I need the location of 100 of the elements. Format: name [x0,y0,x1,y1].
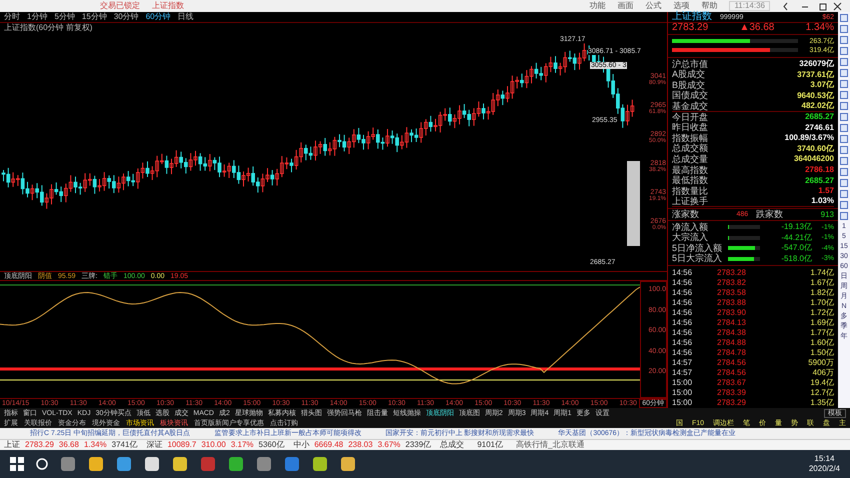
stat-label: 上证换手 [672,196,708,206]
flow-label: 5日大宗流入 [672,254,724,264]
tick-price: 2784.88 [717,339,747,347]
index-price: 2783.29 [672,23,708,34]
app-icon[interactable] [144,456,160,472]
app-icon[interactable] [88,456,104,472]
menu-item[interactable]: 公式 [645,2,662,10]
tick-price: 2784.38 [717,329,747,337]
stat-label: 沪总市值 [672,60,708,69]
tick-time: 14:56 [672,279,694,287]
tick-price: 2784.56 [717,359,747,367]
tick-price: 2783.39 [717,389,747,397]
period-tab[interactable]: 分时 [4,12,20,21]
tick-volume: 1.35亿 [810,399,834,407]
tick-volume: 5900万 [808,359,834,367]
market-change: 238.03 [348,441,373,449]
stat-value: 3.07亿 [810,81,834,90]
stat-label: 指数量比 [672,186,708,196]
stat-value: 3737.61亿 [797,70,834,79]
period-tab[interactable]: 5分钟 [54,12,75,21]
app-icon[interactable] [228,456,244,472]
chart-title: 上证指数(60分钟 前复权) [3,22,94,34]
tick-price: 2783.58 [717,289,747,297]
menu-item[interactable]: 帮助 [701,2,718,10]
tick-volume: 1.74亿 [810,269,834,277]
tick-price: 2783.28 [717,269,747,277]
tick-time: 14:56 [672,339,694,347]
market-name: 上证 [4,441,20,449]
flow-label: 净流入额 [672,222,709,232]
tick-time: 14:56 [672,299,694,307]
stat-value: 2685.27 [805,176,834,185]
tick-time: 14:56 [672,319,694,327]
stat-value: 100.89/3.67% [784,134,834,142]
index-change: ▲36.68 [739,23,774,34]
tick-volume: 1.69亿 [810,319,834,327]
market-amount: 3741亿 [112,441,138,449]
menu-item[interactable]: 选项 [673,2,690,10]
app-icon[interactable] [172,456,188,472]
tick-volume: 1.70亿 [810,299,834,307]
period-tab[interactable]: 30分钟 [114,12,139,21]
tick-price: 2784.78 [717,349,747,357]
tick-volume: 1.67亿 [810,279,834,287]
market-price: 2783.29 [25,441,54,449]
flow-label: 大宗流入 [672,233,709,242]
stat-value: 2685.27 [805,113,834,122]
index-name: 上证指数 [672,12,712,22]
tick-price: 2783.88 [717,299,747,307]
window-tab-label[interactable]: 上证指数 [152,2,184,10]
period-tab[interactable]: 日线 [178,12,194,21]
tick-time: 14:56 [672,289,694,297]
flow-value: -518.0亿 [781,254,812,263]
clock-time: 15:14 [814,455,834,463]
tick-volume: 1.72亿 [810,309,834,317]
tick-time: 14:57 [672,369,694,377]
market-percent: 3.67% [378,441,400,449]
stat-label: 涨家数 [672,210,699,220]
tick-volume: 19.4亿 [810,379,834,387]
tick-price: 2784.56 [717,369,747,377]
stat-label: 昨日收盘 [672,123,708,132]
menu-item[interactable]: 功能 [589,2,606,10]
stat-label: A股成交 [672,70,706,80]
clock-date: 2020/2/4 [808,465,840,473]
market-name: 中小 [293,441,310,449]
market-percent: 1.34% [84,441,107,449]
tick-time: 15:00 [672,399,694,407]
window-controls-icon [782,2,842,10]
tick-price: 2784.13 [717,319,747,327]
flow-value: -547.0亿 [781,244,812,252]
server-name: 高铁行情_北京联通 [516,441,584,449]
search-icon[interactable] [36,458,48,470]
stat-value: 1.03% [811,197,834,206]
tick-volume: 406万 [812,369,834,377]
app-icon[interactable] [116,456,132,472]
tick-volume: 1.82亿 [810,289,834,297]
tick-price: 2783.90 [717,309,747,317]
total-label: 总成交 [440,441,464,449]
market-amount: 2339亿 [405,441,432,449]
menu-item[interactable]: 画面 [617,2,634,10]
index-percent: 1.34% [806,23,834,34]
stat-label: 国债成交 [672,91,708,100]
tick-volume: 1.50亿 [810,349,834,357]
stat-value: 2786.18 [805,166,834,174]
stat-value: 3740.60亿 [797,144,834,153]
window-tab-label[interactable]: 交易已锁定 [100,2,140,10]
tick-time: 14:56 [672,309,694,317]
stat-value: 1.57 [818,187,834,196]
stat-label: 今日开盘 [672,112,708,122]
tick-time: 15:00 [672,389,694,397]
app-icon[interactable] [312,456,328,472]
tick-time: 14:57 [672,359,694,367]
stat-value: 913 [820,210,834,219]
market-name: 深证 [146,441,162,449]
windows-start-icon[interactable] [10,457,24,471]
period-tab[interactable]: 1分钟 [27,12,48,21]
period-tab[interactable]: 15分钟 [82,12,107,21]
stat-label: 指数振幅 [672,134,708,143]
market-change: 310.00 [201,441,226,449]
period-tab[interactable]: 60分钟 [146,12,171,21]
app-icon[interactable] [340,456,356,472]
stat-value: 326079亿 [799,60,834,68]
